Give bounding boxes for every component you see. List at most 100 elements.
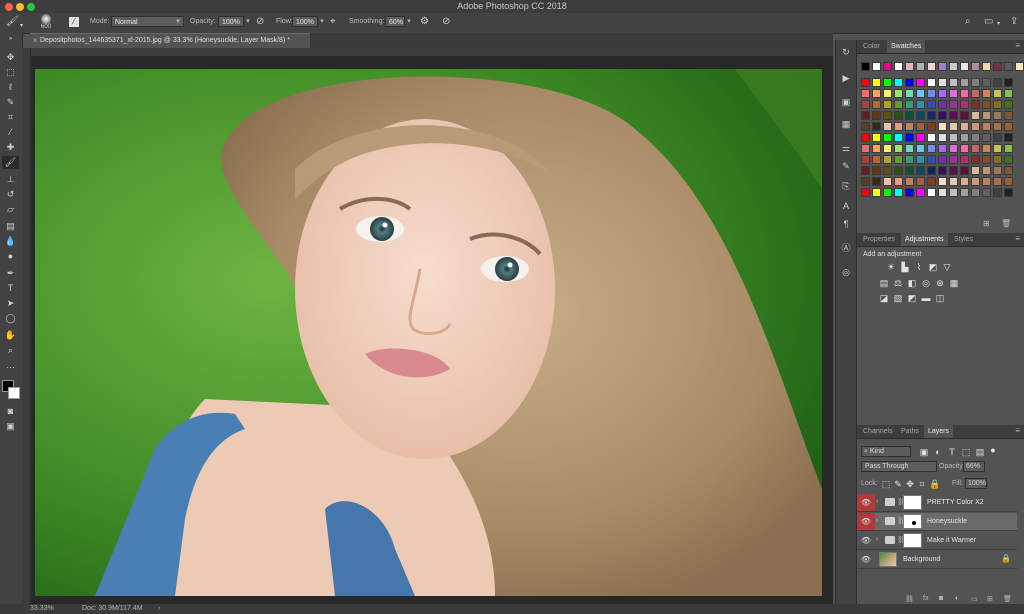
swatch-chip[interactable] (949, 177, 958, 186)
brush-preset-icon[interactable] (41, 14, 51, 24)
swatch-chip[interactable] (1004, 177, 1013, 186)
pressure-size-icon[interactable]: ⊘ (442, 17, 450, 27)
link-layers-icon[interactable]: ⛓ (905, 595, 914, 603)
trash-icon[interactable]: 🗑 (1001, 219, 1011, 228)
swatch-chip[interactable] (982, 89, 991, 98)
tab-paths[interactable]: Paths (897, 425, 923, 438)
brush-settings-icon[interactable]: ⚌ (840, 142, 852, 154)
swatch-chip[interactable] (927, 177, 936, 186)
opacity-field[interactable]: 100% (218, 16, 244, 27)
swatch-chip[interactable] (1004, 111, 1013, 120)
swatch-chip[interactable] (993, 78, 1002, 87)
navigator-icon[interactable]: ▣ (840, 96, 852, 108)
swatch-chip[interactable] (993, 111, 1002, 120)
swatch-chip[interactable] (872, 155, 881, 164)
swatch-chip[interactable] (1004, 188, 1013, 197)
swatch-chip[interactable] (916, 166, 925, 175)
gradient-icon[interactable]: ▤ (2, 220, 19, 233)
new-adjustment-icon[interactable]: ◐ (955, 595, 959, 602)
layer-mask-thumbnail[interactable] (903, 533, 922, 548)
share-icon[interactable]: ⇪ (1010, 17, 1018, 27)
swatch-chip[interactable] (894, 188, 903, 197)
zoom-level[interactable]: 33.33% (30, 605, 54, 612)
eye-icon[interactable]: 👁 (857, 551, 875, 568)
swatch-chip[interactable] (938, 111, 947, 120)
background-color-swatch[interactable] (8, 387, 20, 399)
swatch-chip[interactable] (927, 155, 936, 164)
chevron-down-icon[interactable]: ▾ (404, 16, 414, 27)
swatch-chip[interactable] (905, 155, 914, 164)
swatch-chip[interactable] (938, 100, 947, 109)
swatch-chip[interactable] (894, 100, 903, 109)
swatch-chip[interactable] (861, 62, 870, 71)
swatch-chip[interactable] (949, 155, 958, 164)
swatch-chip[interactable] (916, 62, 925, 71)
swatch-chip[interactable] (905, 62, 914, 71)
swatch-chip[interactable] (1004, 155, 1013, 164)
swatch-chip[interactable] (971, 78, 980, 87)
invert-icon[interactable]: ◪ (879, 293, 889, 303)
move-icon[interactable]: ✥ (2, 51, 19, 64)
swatch-chip[interactable] (960, 166, 969, 175)
swatch-chip[interactable] (971, 188, 980, 197)
tab-swatches[interactable]: Swatches (887, 40, 926, 53)
swatch-chip[interactable] (949, 122, 958, 131)
quick-mask-icon[interactable]: ◙ (2, 405, 19, 418)
selective-color-icon[interactable]: ◫ (935, 293, 945, 303)
swatch-chip[interactable] (927, 89, 936, 98)
panel-menu-icon[interactable]: ≡ (1015, 426, 1020, 435)
tab-channels[interactable]: Channels (859, 425, 897, 438)
filter-shape-icon[interactable]: ⬚ (961, 447, 971, 457)
swatch-chip[interactable] (894, 78, 903, 87)
swatch-chip[interactable] (949, 111, 958, 120)
layer-row[interactable]: 👁 › ⛓ Honeysuckle (857, 513, 1017, 531)
eye-icon[interactable]: 👁 (857, 513, 875, 530)
exposure-icon[interactable]: ◩ (928, 262, 938, 272)
swatch-chip[interactable] (938, 122, 947, 131)
swatch-chip[interactable] (883, 100, 892, 109)
panel-menu-icon[interactable]: ≡ (1015, 234, 1020, 243)
marquee-icon[interactable]: ⬚ (2, 66, 19, 79)
layer-row[interactable]: 👁 › ⛓ PRETTY Color X2 (857, 494, 1017, 512)
swatch-chip[interactable] (993, 89, 1002, 98)
swatch-chip[interactable] (949, 100, 958, 109)
swatch-chip[interactable] (971, 177, 980, 186)
type-icon[interactable]: T (2, 282, 19, 295)
filter-pixel-icon[interactable]: ▣ (919, 447, 929, 457)
swatch-chip[interactable] (960, 122, 969, 131)
swatch-chip[interactable] (861, 166, 870, 175)
swatch-chip[interactable] (894, 111, 903, 120)
swatch-chip[interactable] (971, 155, 980, 164)
tab-adjustments[interactable]: Adjustments (901, 233, 948, 246)
swatch-chip[interactable] (982, 155, 991, 164)
screen-mode-icon[interactable]: ▣ (2, 420, 19, 433)
swatch-chip[interactable] (883, 166, 892, 175)
swatch-chip[interactable] (883, 62, 892, 71)
color-balance-icon[interactable]: ⚖ (893, 278, 903, 288)
tab-styles[interactable]: Styles (950, 233, 977, 246)
tab-color[interactable]: Color (859, 40, 884, 53)
swatch-chip[interactable] (861, 144, 870, 153)
brightness-contrast-icon[interactable]: ☀ (886, 262, 896, 272)
lasso-icon[interactable]: ℓ (2, 81, 19, 94)
swatch-chip[interactable] (960, 62, 969, 71)
gradient-map-icon[interactable]: ▬ (921, 293, 931, 303)
trash-icon[interactable]: 🗑 (1003, 595, 1012, 603)
swatch-chip[interactable] (872, 78, 881, 87)
brush-tool-icon[interactable]: 🖌 (6, 17, 19, 27)
lock-position-icon[interactable]: ✥ (905, 479, 915, 489)
eye-icon[interactable]: 👁 (857, 494, 875, 511)
document-tab[interactable]: × Depositphotos_144635371_xl-2015.jpg @ … (30, 33, 310, 48)
new-swatch-icon[interactable]: ⊞ (983, 219, 990, 228)
swatch-chip[interactable] (861, 111, 870, 120)
layer-mask-thumbnail[interactable] (903, 495, 922, 510)
swatch-chip[interactable] (861, 100, 870, 109)
layer-row[interactable]: 👁 › ⛓ Make it Warmer (857, 532, 1017, 550)
brush-settings-icon[interactable]: ⁄ (69, 17, 79, 27)
swatch-chip[interactable] (927, 111, 936, 120)
swatch-chip[interactable] (861, 89, 870, 98)
eye-icon[interactable]: 👁 (857, 532, 875, 549)
swatch-chip[interactable] (993, 62, 1002, 71)
workspace-icon[interactable]: ▭ (984, 17, 993, 27)
swatch-chip[interactable] (960, 177, 969, 186)
